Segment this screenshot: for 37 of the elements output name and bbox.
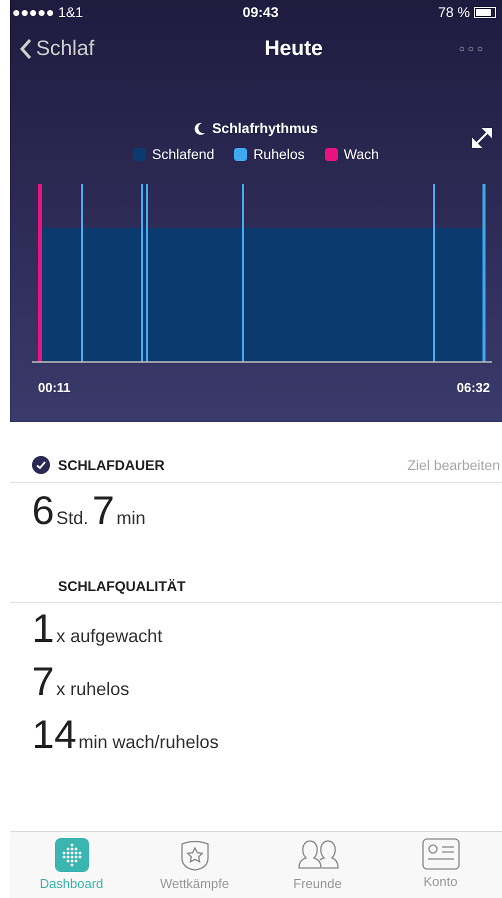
tab-bar-item[interactable]: Wettkämpfe xyxy=(133,832,256,898)
legend-label: Ruhelos xyxy=(253,146,305,162)
battery-icon xyxy=(474,6,496,18)
legend-label: Schlafend xyxy=(152,146,214,162)
chart-title: Schlafrhythmus xyxy=(194,120,318,136)
section-heading: SCHLAFQUALITÄT xyxy=(58,578,186,594)
expand-button[interactable] xyxy=(472,128,492,148)
stat-value: 14 xyxy=(32,713,76,758)
clock-text: 09:43 xyxy=(242,4,278,20)
carrier-text: ●●●●● 1&1 xyxy=(12,4,84,20)
tab-bar-item[interactable]: Dashboard xyxy=(10,832,133,898)
stat-label: min wach/ruhelos xyxy=(78,732,219,753)
hours-unit: Std. xyxy=(56,508,88,529)
tab-bar-item[interactable]: Konto xyxy=(379,832,502,898)
section-heading: SCHLAFDAUER xyxy=(58,457,165,473)
dotted-grid-icon xyxy=(54,838,88,872)
chevron-left-icon xyxy=(20,38,32,60)
stat-value: 1 xyxy=(32,607,54,652)
stat-label: x aufgewacht xyxy=(56,626,162,647)
legend-label: Wach xyxy=(344,146,379,162)
stat-value: 7 xyxy=(32,660,54,705)
edit-goal-link[interactable]: Ziel bearbeiten xyxy=(407,457,502,473)
moon-icon xyxy=(194,122,206,134)
check-circle-icon xyxy=(32,456,50,474)
minutes-unit: min xyxy=(116,508,146,529)
start-time-label: 00:11 xyxy=(38,380,71,395)
battery-percent-text: 78 % xyxy=(438,4,470,20)
back-link[interactable]: Schlaf xyxy=(20,37,94,61)
stat-label: x ruhelos xyxy=(56,679,130,700)
minutes-value: 7 xyxy=(92,489,115,534)
tab-bar-item[interactable]: Freunde xyxy=(256,832,379,898)
hours-value: 6 xyxy=(32,489,54,534)
end-time-label: 06:32 xyxy=(456,380,490,395)
expand-arrows-icon xyxy=(472,128,492,148)
page-title: Heute xyxy=(264,37,323,61)
more-button[interactable]: ○○○ xyxy=(452,42,492,56)
id-card-icon xyxy=(422,838,460,870)
